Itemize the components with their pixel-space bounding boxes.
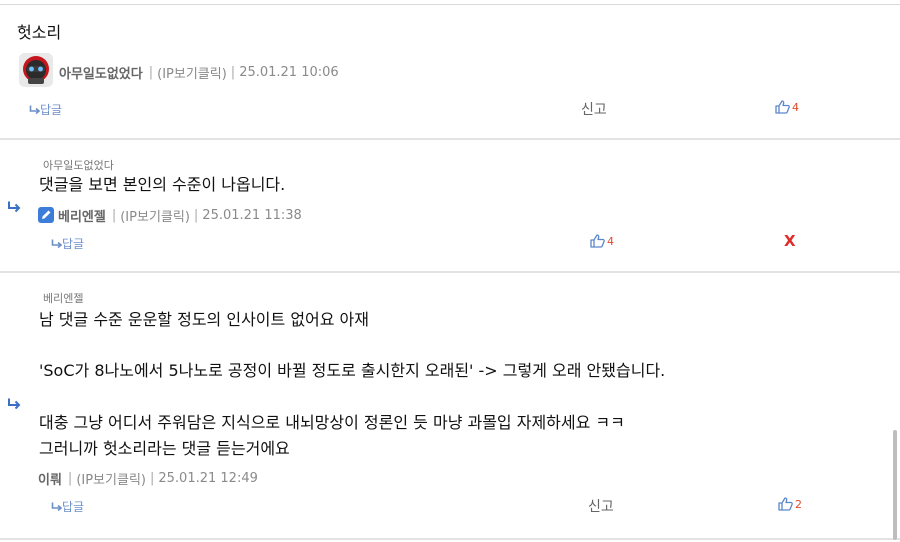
reply-indent-arrow-icon — [8, 398, 21, 410]
comment-line: 대충 그냥 어디서 주워담은 지식으로 내뇌망상이 정론인 듯 마냥 과몰입 자… — [39, 413, 625, 432]
meta-divider: | — [111, 208, 117, 223]
meta-divider: | — [230, 65, 236, 80]
meta-divider: | — [148, 65, 154, 80]
comment-divider — [0, 538, 900, 540]
comment-content: 댓글을 보면 본인의 수준이 나옵니다. — [39, 175, 286, 194]
parent-author: 아무일도없었다 — [43, 159, 114, 172]
report-button[interactable]: 신고 — [581, 99, 607, 119]
author-nickname[interactable]: 이뤄 — [38, 469, 62, 488]
parent-author: 베리엔젤 — [43, 292, 84, 305]
like-count: 2 — [795, 497, 802, 511]
comment-datetime: 25.01.21 10:06 — [239, 65, 339, 80]
reply-arrow-icon — [51, 502, 62, 511]
scrollbar-thumb[interactable] — [893, 430, 897, 540]
comment-meta: 베리엔젤 | (IP보기클릭) | 25.01.21 11:38 — [58, 206, 302, 225]
comment-3-reply: 베리엔젤 남 댓글 수준 운운할 정도의 인사이트 없어요 아재 'SoC가 8… — [0, 273, 900, 539]
comment-2-reply: 아무일도없었다 댓글을 보면 본인의 수준이 나옵니다. 베리엔젤 | (IP보… — [0, 140, 900, 272]
like-button[interactable]: 2 — [778, 497, 802, 511]
ip-view-link[interactable]: (IP보기클릭) — [76, 469, 146, 488]
comment-datetime: 25.01.21 11:38 — [202, 208, 302, 223]
like-button[interactable]: 4 — [590, 234, 614, 248]
ip-view-link[interactable]: (IP보기클릭) — [120, 206, 190, 225]
reply-indent-arrow-icon — [8, 201, 21, 213]
like-button[interactable]: 4 — [775, 100, 799, 114]
avatar[interactable] — [19, 53, 53, 87]
reply-label: 답글 — [62, 237, 85, 251]
comment-line: 남 댓글 수준 운운할 정도의 인사이트 없어요 아재 — [39, 310, 370, 329]
meta-divider: | — [193, 208, 199, 223]
comment-meta: 이뤄 | (IP보기클릭) | 25.01.21 12:49 — [38, 469, 258, 488]
pencil-badge-icon — [38, 207, 54, 223]
report-button[interactable]: 신고 — [588, 496, 614, 516]
meta-divider: | — [149, 471, 155, 486]
author-nickname[interactable]: 베리엔젤 — [58, 206, 106, 225]
reply-arrow-icon — [29, 105, 40, 114]
meta-divider: | — [67, 471, 73, 486]
comment-line: 그러니까 헛소리라는 댓글 듣는거에요 — [39, 439, 290, 458]
comment-1: 헛소리 아무일도없었다 | (IP보기클릭) | 25.01.21 10:06 … — [0, 0, 900, 140]
reply-label: 답글 — [62, 500, 85, 514]
thumbs-up-icon — [778, 497, 793, 511]
delete-button[interactable]: X — [784, 232, 796, 250]
ip-view-link[interactable]: (IP보기클릭) — [157, 63, 227, 82]
reply-arrow-icon — [51, 239, 62, 248]
thumbs-up-icon — [590, 234, 605, 248]
comment-line: 'SoC가 8나노에서 5나노로 공정이 바뀔 정도로 출시한지 오래된' ->… — [39, 361, 666, 380]
like-count: 4 — [792, 100, 799, 114]
like-count: 4 — [607, 234, 614, 248]
comment-content: 헛소리 — [17, 23, 62, 42]
reply-button[interactable]: 답글 — [29, 101, 62, 118]
reply-button[interactable]: 답글 — [51, 235, 84, 252]
reply-label: 답글 — [40, 103, 63, 117]
comment-meta: 아무일도없었다 | (IP보기클릭) | 25.01.21 10:06 — [59, 63, 339, 82]
author-nickname[interactable]: 아무일도없었다 — [59, 63, 143, 82]
comment-datetime: 25.01.21 12:49 — [158, 471, 258, 486]
reply-button[interactable]: 답글 — [51, 498, 84, 515]
thumbs-up-icon — [775, 100, 790, 114]
